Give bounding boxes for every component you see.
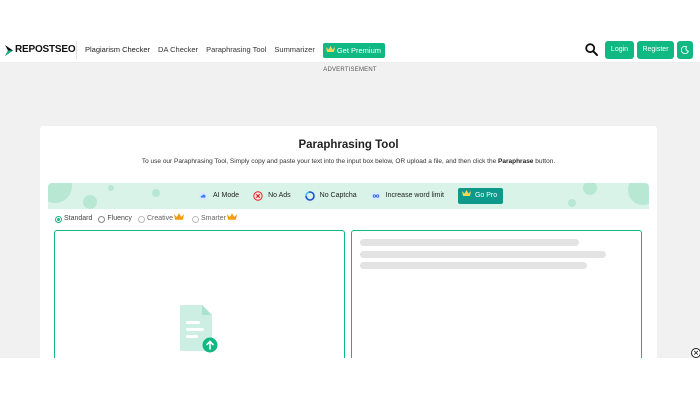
mode-smarter-radio[interactable] <box>192 215 200 223</box>
go-pro-label: Go Pro <box>474 192 498 199</box>
decorative-circle <box>583 183 597 195</box>
feature-ai-mode-label: AI Mode <box>213 192 240 199</box>
decorative-circle <box>48 183 72 203</box>
paraphrasing-tool-card: Paraphrasing Tool To use our Paraphrasin… <box>40 126 657 358</box>
site-header: REPOSTSEO Plagiarism Checker DA Checker … <box>0 0 700 63</box>
dark-mode-toggle[interactable] <box>677 41 693 59</box>
mode-fluency-radio[interactable] <box>98 215 106 223</box>
page-viewport: REPOSTSEO Plagiarism Checker DA Checker … <box>0 0 700 358</box>
loading-skeleton-line <box>360 262 587 269</box>
mode-creative-radio[interactable] <box>137 215 145 223</box>
decorative-circle <box>83 195 97 209</box>
decorative-circle <box>628 183 649 205</box>
feature-ai-mode: AI Mode <box>198 188 239 204</box>
decorative-circle <box>152 189 160 197</box>
search-icon[interactable] <box>585 43 598 56</box>
mode-smarter-label: Smarter <box>201 215 226 222</box>
tool-instructions: To use our Paraphrasing Tool, Simply cop… <box>40 157 657 167</box>
decorative-circle <box>108 185 114 191</box>
decorative-circle <box>568 199 576 207</box>
mode-creative[interactable]: Creative <box>137 213 186 225</box>
mode-smarter[interactable]: Smarter <box>192 213 239 225</box>
no-captcha-icon <box>304 191 315 201</box>
feature-no-ads: No Ads <box>253 188 291 204</box>
mode-creative-label: Creative <box>146 215 174 222</box>
loading-skeleton-line <box>360 251 606 258</box>
get-premium-label: Get Premium <box>336 45 382 55</box>
feature-increase-word-limit-label: Increase word limit <box>385 192 444 199</box>
mode-fluency-label: Fluency <box>107 215 132 222</box>
feature-increase-word-limit: Increase word limit <box>371 188 444 204</box>
instructions-paraphrase-word: Paraphrase <box>498 158 534 165</box>
site-logo[interactable]: REPOSTSEO <box>5 44 76 56</box>
no-ads-icon <box>253 191 263 201</box>
advertisement-label: ADVERTISEMENT <box>323 67 377 73</box>
mode-standard-radio[interactable] <box>55 215 62 223</box>
crown-icon <box>325 43 335 58</box>
premium-crown-icon <box>174 213 185 225</box>
mode-fluency[interactable]: Fluency <box>98 214 132 224</box>
infinity-icon <box>371 191 381 201</box>
register-button[interactable]: Register <box>637 41 674 59</box>
nav-da-checker[interactable]: DA Checker <box>154 41 202 59</box>
upload-file-icon[interactable] <box>178 305 218 353</box>
nav-plagiarism-checker[interactable]: Plagiarism Checker <box>81 41 154 59</box>
page-title: Paraphrasing Tool <box>298 139 399 151</box>
nav-summarizer[interactable]: Summarizer <box>270 41 318 59</box>
logo-text: REPOSTSEO <box>15 44 76 55</box>
feature-no-ads-label: No Ads <box>268 192 291 199</box>
nav-paraphrasing-tool[interactable]: Paraphrasing Tool <box>202 41 270 59</box>
instructions-text-end: button. <box>533 158 556 165</box>
mode-standard-label: Standard <box>64 215 93 222</box>
paraphrase-mode-selector: Standard Fluency Creative Smarter <box>55 213 245 225</box>
feature-no-captcha: No Captcha <box>304 188 357 204</box>
get-premium-button[interactable]: Get Premium <box>322 42 386 58</box>
feature-list: AI Mode No Ads No Captcha Increase word … <box>198 188 504 204</box>
main-nav: Plagiarism Checker DA Checker Paraphrasi… <box>76 41 386 59</box>
ai-mode-icon <box>198 191 208 201</box>
close-icon[interactable]: × <box>691 348 700 358</box>
nav-divider <box>76 41 77 59</box>
premium-crown-icon <box>226 213 237 225</box>
logo-mark-icon <box>5 44 14 56</box>
loading-skeleton-line <box>360 239 579 246</box>
pro-features-bar: AI Mode No Ads No Captcha Increase word … <box>48 183 649 209</box>
mode-standard[interactable]: Standard <box>55 214 92 224</box>
output-text-area <box>351 230 642 358</box>
crown-icon <box>461 188 471 204</box>
page-bottom-area <box>0 358 700 400</box>
go-pro-button[interactable]: Go Pro <box>457 188 504 204</box>
input-text-area[interactable] <box>54 230 345 358</box>
instructions-text: To use our Paraphrasing Tool, Simply cop… <box>141 158 499 165</box>
feature-no-captcha-label: No Captcha <box>319 192 357 199</box>
login-button[interactable]: Login <box>605 41 634 59</box>
moon-icon <box>680 41 690 59</box>
